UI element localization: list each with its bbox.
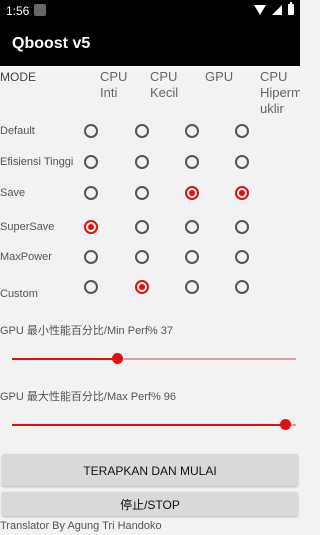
radio-custom-cpu-hiper[interactable] — [235, 280, 249, 294]
radio-save-cpu-hiper[interactable] — [235, 186, 249, 200]
status-time: 1:56 — [6, 4, 30, 18]
radio-default-cpu-kecil[interactable] — [135, 124, 149, 138]
max-perf-slider[interactable] — [12, 419, 296, 430]
radio-efisiensi-tinggi-cpu-hiper[interactable] — [235, 155, 249, 169]
min-perf-fill — [12, 358, 118, 360]
wifi-icon — [254, 4, 266, 15]
mode-label-save: Save — [0, 187, 26, 199]
max-perf-label: GPU 最大性能百分比/Max Perf% 96 — [0, 391, 177, 403]
radio-custom-gpu[interactable] — [185, 280, 199, 294]
radio-default-cpu-inti[interactable] — [84, 124, 98, 138]
radio-save-cpu-inti[interactable] — [84, 186, 98, 200]
radio-default-cpu-hiper[interactable] — [235, 124, 249, 138]
mode-label-supersave: SuperSave — [0, 221, 55, 233]
radio-custom-cpu-inti[interactable] — [84, 280, 98, 294]
radio-maxpower-cpu-inti[interactable] — [84, 250, 98, 264]
header-cpu-kecil: CPU Kecil — [150, 69, 179, 100]
radio-efisiensi-tinggi-gpu[interactable] — [185, 155, 199, 169]
radio-supersave-cpu-inti[interactable] — [84, 220, 98, 234]
battery-icon — [288, 2, 294, 15]
app-notification-icon — [34, 4, 46, 16]
mode-label-efisiensi-tinggi: Efisiensi Tinggi — [0, 156, 74, 168]
radio-supersave-cpu-kecil[interactable] — [135, 220, 149, 234]
radio-supersave-gpu[interactable] — [185, 220, 199, 234]
radio-maxpower-cpu-hiper[interactable] — [235, 250, 249, 264]
status-bar: 1:56 — [0, 0, 300, 22]
radio-supersave-cpu-hiper[interactable] — [235, 220, 249, 234]
max-perf-fill — [12, 424, 285, 426]
mode-label-default: Default — [0, 125, 35, 137]
app-title: Qboost v5 — [12, 35, 91, 52]
stop-button[interactable]: 停止/STOP — [2, 492, 298, 516]
radio-default-gpu[interactable] — [185, 124, 199, 138]
radio-efisiensi-tinggi-cpu-kecil[interactable] — [135, 155, 149, 169]
header-gpu: GPU — [205, 69, 234, 84]
mode-label-custom: Custom — [0, 288, 38, 298]
app-bar: Qboost v5 — [0, 22, 300, 66]
min-perf-thumb[interactable] — [112, 353, 124, 364]
apply-and-start-button[interactable]: TERAPKAN DAN MULAI — [2, 454, 298, 486]
radio-maxpower-gpu[interactable] — [185, 250, 199, 264]
header-cpu-inti: CPU Inti — [100, 69, 128, 100]
radio-save-cpu-kecil[interactable] — [135, 186, 149, 200]
mode-label-maxpower: MaxPower — [0, 251, 52, 263]
radio-efisiensi-tinggi-cpu-inti[interactable] — [84, 155, 98, 169]
radio-save-gpu[interactable] — [185, 186, 199, 200]
min-perf-slider[interactable] — [12, 353, 296, 364]
header-cpu-hipermuklir: CPU Hiperm uklir — [260, 69, 300, 116]
radio-maxpower-cpu-kecil[interactable] — [135, 250, 149, 264]
max-perf-thumb[interactable] — [279, 419, 291, 430]
header-mode: MODE — [0, 70, 36, 84]
min-perf-label: GPU 最小性能百分比/Min Perf% 37 — [0, 325, 173, 337]
system-icons — [254, 2, 294, 15]
translator-credit: Translator By Agung Tri Handoko — [0, 520, 162, 532]
radio-custom-cpu-kecil[interactable] — [135, 280, 149, 294]
signal-icon — [272, 4, 282, 15]
